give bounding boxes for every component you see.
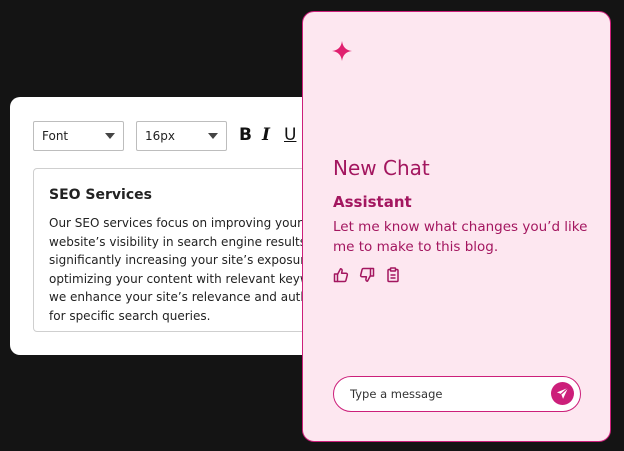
document-editor[interactable]: SEO Services Our SEO services focus on i… <box>33 168 323 332</box>
font-select[interactable]: Font <box>33 121 124 151</box>
bold-button[interactable]: B <box>239 123 252 147</box>
font-size-select[interactable]: 16px <box>136 121 227 151</box>
thumbs-up-icon[interactable] <box>333 267 349 283</box>
font-select-value: Font <box>42 129 69 143</box>
chevron-down-icon <box>105 133 115 139</box>
message-input-container <box>333 376 581 412</box>
send-icon <box>556 387 569 399</box>
document-title: SEO Services <box>49 187 152 203</box>
document-line: website’s visibility in search engine re… <box>49 234 310 249</box>
clipboard-icon[interactable] <box>385 267 401 283</box>
thumbs-down-icon[interactable] <box>359 267 375 283</box>
assistant-name: Assistant <box>333 193 412 211</box>
assistant-message: Let me know what changes you’d like me t… <box>333 217 587 257</box>
document-body: Our SEO services focus on improving your… <box>49 214 320 325</box>
screen: Font 16px B I U SEO Services Our SEO ser… <box>0 0 624 451</box>
chevron-down-icon <box>208 133 218 139</box>
send-button[interactable] <box>551 382 574 405</box>
assistant-message-line: me to make to this blog. <box>333 239 499 255</box>
document-line: significantly increasing your site’s exp… <box>49 253 317 267</box>
italic-button[interactable]: I <box>262 123 270 147</box>
document-line: we enhance your site’s relevance and aut… <box>49 290 321 304</box>
editor-card: Font 16px B I U SEO Services Our SEO ser… <box>10 97 340 355</box>
underline-button[interactable]: U <box>284 123 296 147</box>
document-line: for specific search queries. <box>49 308 211 323</box>
sparkle-icon <box>332 41 352 61</box>
message-input[interactable] <box>350 385 536 403</box>
document-line: Our SEO services focus on improving your <box>49 216 303 230</box>
font-size-select-value: 16px <box>145 129 175 143</box>
chat-panel: New Chat Assistant Let me know what chan… <box>302 11 611 442</box>
chat-title: New Chat <box>333 156 430 180</box>
message-actions <box>333 267 401 283</box>
assistant-message-line: Let me know what changes you’d like <box>333 219 588 235</box>
document-line: optimizing your content with relevant ke… <box>49 271 318 286</box>
